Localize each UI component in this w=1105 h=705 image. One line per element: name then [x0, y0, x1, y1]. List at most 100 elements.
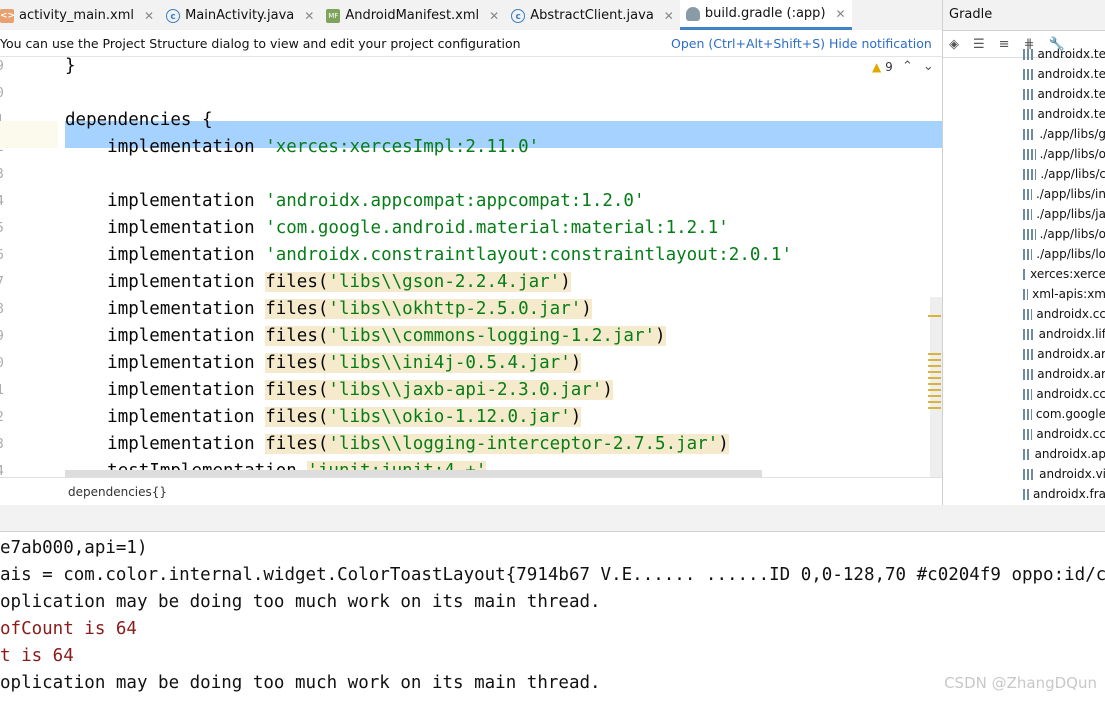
warning-marker — [928, 377, 941, 379]
warning-marker — [928, 401, 941, 403]
gradle-dependency-list: androidx.te androidx.te androidx.te android… — [943, 44, 1105, 504]
code-paren: ) — [602, 380, 613, 400]
library-icon — [1023, 108, 1034, 120]
line-number: 7 — [0, 269, 58, 296]
tab-activity-main-xml[interactable]: <> activity_main.xml ✕ — [0, 1, 160, 30]
notification-bar: You can use the Project Structure dialog… — [0, 30, 942, 57]
gradle-dependency-label: androidx.ap — [1034, 447, 1105, 461]
code-line: implementation files('libs\\okhttp-2.5.0… — [65, 296, 592, 323]
notification-message: You can use the Project Structure dialog… — [0, 35, 521, 51]
gradle-dependency-label: ./app/libs/o — [1039, 147, 1105, 161]
gradle-dependency-item[interactable]: ./app/libs/o — [943, 144, 1105, 164]
gradle-dependency-item[interactable]: androidx.te — [943, 84, 1105, 104]
gradle-dependency-item[interactable]: androidx.ar — [943, 364, 1105, 384]
chevron-up-icon[interactable]: ⌃ — [902, 59, 923, 74]
code-string: 'androidx.appcompat:appcompat:1.2.0' — [265, 191, 645, 211]
gradle-file-icon — [685, 6, 700, 21]
line-number-text: 2 — [0, 404, 4, 431]
gradle-dependency-item[interactable]: xerces:xerce — [943, 264, 1105, 284]
tab-label: activity_main.xml — [19, 8, 135, 23]
java-class-icon: c — [166, 8, 181, 23]
code-line: implementation files('libs\\ini4j-0.5.4.… — [65, 350, 582, 377]
gradle-dependency-item[interactable]: androidx.cc — [943, 424, 1105, 444]
horizontal-scrollbar[interactable] — [65, 470, 762, 477]
tab-androidmanifest-xml[interactable]: MF AndroidManifest.xml ✕ — [320, 1, 505, 30]
gradle-dependency-item[interactable]: ./app/libs/o — [943, 224, 1105, 244]
expand-all-icon[interactable]: ☰ — [973, 37, 985, 52]
open-project-structure-link[interactable]: Open (Ctrl+Alt+Shift+S) — [671, 36, 825, 51]
close-icon[interactable]: ✕ — [489, 9, 499, 23]
tab-mainactivity-java[interactable]: c MainActivity.java ✕ — [160, 1, 320, 30]
gradle-dependency-item[interactable]: androidx.cc — [943, 384, 1105, 404]
gradle-dependency-item[interactable]: ./app/libs/ja — [943, 204, 1105, 224]
chevron-down-icon[interactable]: ⌄ — [923, 59, 942, 74]
code-string: 'libs\\gson-2.2.4.jar' — [328, 272, 561, 292]
code-keyword: } — [65, 57, 76, 76]
code-paren: ) — [718, 434, 729, 454]
tab-abstractclient-java[interactable]: c AbstractClient.java ✕ — [505, 1, 680, 30]
gradle-dependency-item[interactable]: ./app/libs/lo — [943, 244, 1105, 264]
collapse-all-icon[interactable]: ≡ — [999, 37, 1010, 52]
gradle-dependency-item[interactable]: androidx.fra — [943, 484, 1105, 504]
gradle-dependency-item[interactable]: androidx.vi — [943, 464, 1105, 484]
files-call: files('libs\\okio-1.12.0.jar') — [265, 407, 582, 427]
gradle-dependency-item[interactable]: xml-apis:xm — [943, 284, 1105, 304]
breadcrumb-item[interactable]: dependencies{} — [68, 485, 167, 499]
log-line: ofCount is 64 — [0, 619, 137, 639]
gradle-dependency-label: androidx.vi — [1039, 467, 1105, 481]
library-icon — [1023, 328, 1035, 340]
line-number: 4 — [0, 458, 58, 477]
library-icon — [1023, 48, 1034, 60]
navigate-warnings[interactable]: ⌃⌄ — [902, 59, 942, 74]
gradle-dependency-item[interactable]: com.google — [943, 404, 1105, 424]
elephant-icon[interactable]: ◈ — [949, 37, 959, 52]
log-line: e7ab000,api=1) — [0, 538, 148, 558]
code-string: 'androidx.constraintlayout:constraintlay… — [265, 245, 792, 265]
line-number-gutter: 9012345678901234 — [0, 57, 58, 477]
library-icon — [1023, 248, 1033, 260]
close-icon[interactable]: ✕ — [304, 9, 314, 23]
log-line: oplication may be doing too much work on… — [0, 592, 601, 612]
gradle-dependency-item[interactable]: ./app/libs/g — [943, 124, 1105, 144]
gradle-dependency-item[interactable]: androidx.te — [943, 64, 1105, 84]
gradle-dependency-label: androidx.cc — [1036, 387, 1105, 401]
editor-tab-bar: <> activity_main.xml ✕ c MainActivity.ja… — [0, 0, 942, 31]
gradle-dependency-item[interactable]: androidx.cc — [943, 304, 1105, 324]
code-line: } — [65, 57, 76, 80]
gradle-dependency-item[interactable]: ./app/libs/in — [943, 184, 1105, 204]
warning-indicator[interactable]: ▲ 9 — [872, 60, 893, 74]
gradle-dependency-label: ./app/libs/g — [1039, 127, 1105, 141]
logcat-output[interactable]: e7ab000,api=1) ais = com.color.internal.w… — [0, 532, 1105, 705]
code-function: files( — [265, 299, 329, 319]
tab-build-gradle-app[interactable]: build.gradle (:app) ✕ — [679, 0, 852, 30]
tool-window-divider[interactable] — [0, 505, 1105, 532]
code-string: 'libs\\jaxb-api-2.3.0.jar' — [328, 380, 603, 400]
line-number-text: 9 — [0, 57, 4, 80]
xml-file-icon: <> — [0, 8, 16, 23]
gradle-dependency-item[interactable]: androidx.te — [943, 104, 1105, 124]
close-icon[interactable]: ✕ — [144, 9, 154, 23]
close-icon[interactable]: ✕ — [836, 7, 846, 21]
vertical-scrollbar[interactable] — [930, 297, 942, 477]
code-string: 'libs\\ini4j-0.5.4.jar' — [328, 353, 571, 373]
gradle-dependency-item[interactable]: androidx.ap — [943, 444, 1105, 464]
code-editor[interactable]: 9012345678901234 } dependencies { impleme… — [0, 57, 942, 477]
gradle-dependency-label: androidx.lif — [1038, 327, 1105, 341]
line-number-text: 4 — [0, 458, 4, 477]
warning-marker — [928, 359, 941, 361]
line-number: 2 — [0, 404, 58, 431]
gradle-dependency-label: ./app/libs/lo — [1036, 247, 1105, 261]
code-keyword: dependencies { — [65, 110, 213, 130]
tab-label: AndroidManifest.xml — [345, 8, 480, 23]
breadcrumb[interactable]: dependencies{} — [0, 477, 942, 506]
gradle-dependency-item[interactable]: androidx.lif — [943, 324, 1105, 344]
code-paren: ) — [570, 407, 582, 427]
gradle-dependency-item[interactable]: androidx.ar — [943, 344, 1105, 364]
code-function: files( — [265, 326, 329, 346]
close-icon[interactable]: ✕ — [664, 9, 674, 23]
hide-notification-link[interactable]: Hide notification — [829, 36, 932, 51]
gradle-dependency-item[interactable]: ./app/libs/c — [943, 164, 1105, 184]
library-icon — [1023, 128, 1036, 140]
